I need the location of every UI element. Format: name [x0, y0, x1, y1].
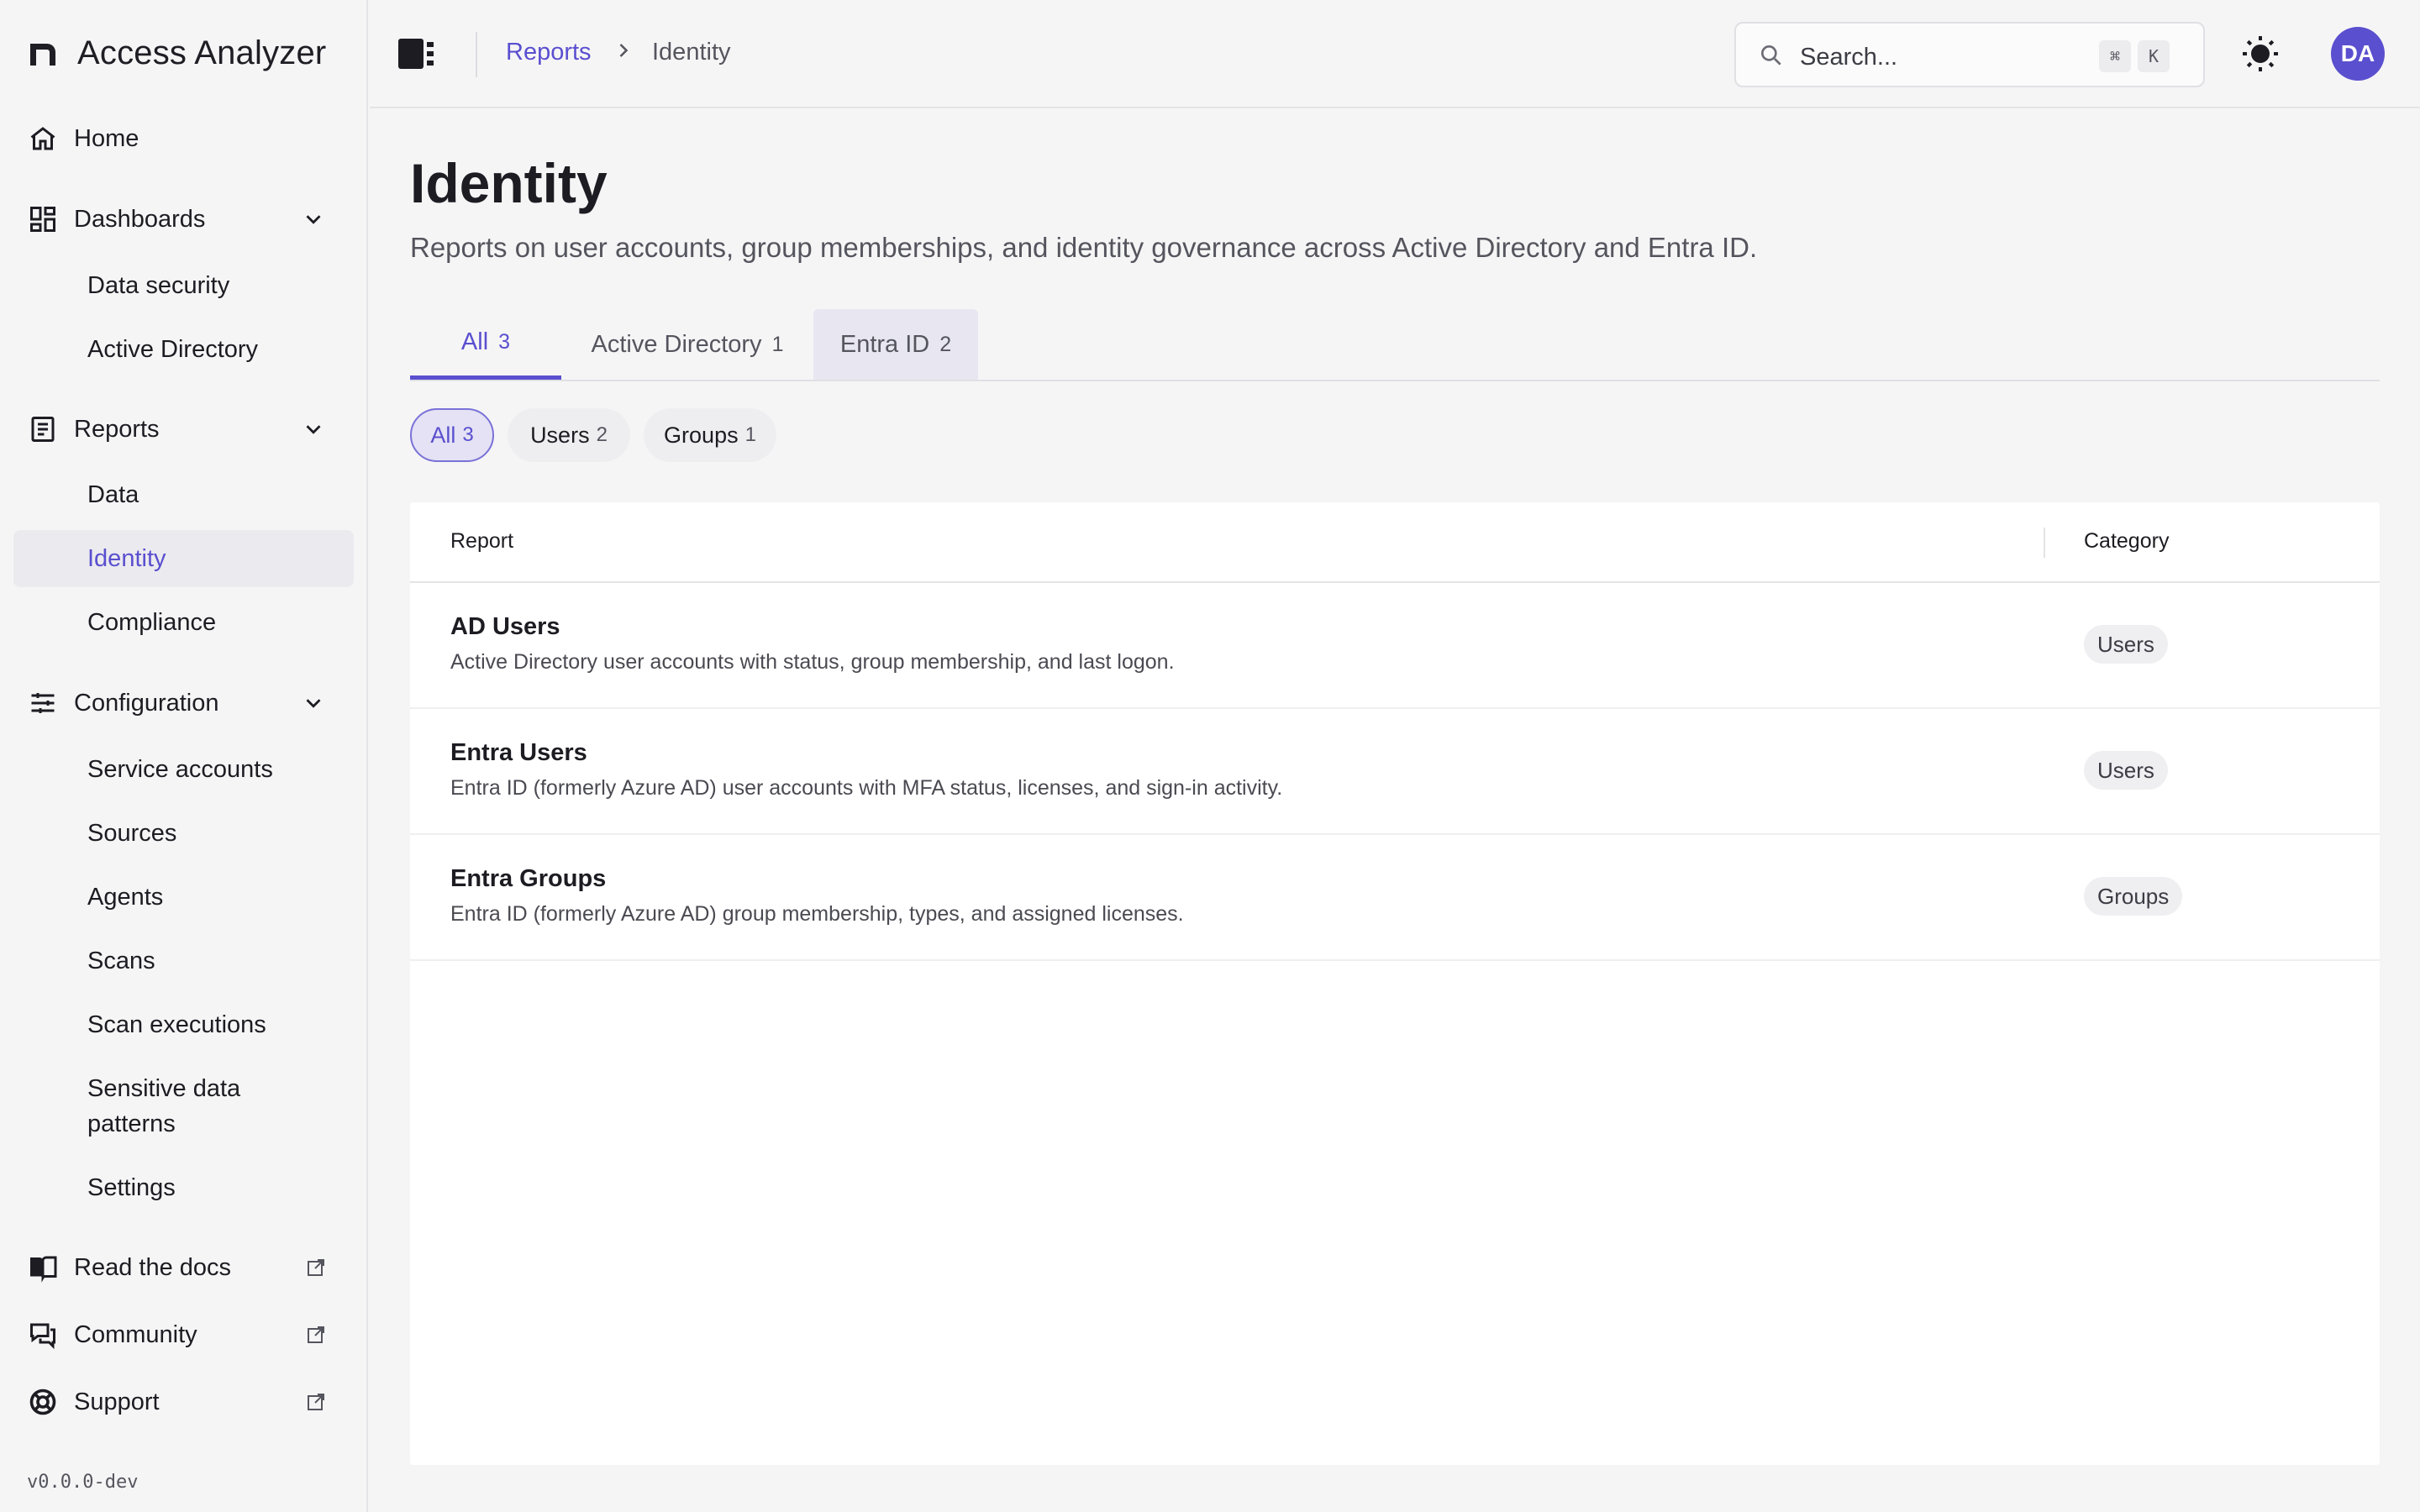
external-link-icon	[306, 1392, 326, 1412]
sidebar-item-identity[interactable]: Identity	[13, 530, 354, 587]
tab-label: Active Directory	[591, 330, 762, 358]
sidebar-item-sources[interactable]: Sources	[13, 805, 354, 862]
nav-reports[interactable]: Reports	[27, 404, 353, 454]
nav-community[interactable]: Community	[27, 1310, 353, 1360]
report-name[interactable]: Entra Users	[450, 739, 587, 767]
tab-count: 1	[771, 332, 784, 356]
app-version: v0.0.0-dev	[27, 1472, 139, 1493]
nav-support-label: Support	[74, 1388, 160, 1415]
brand[interactable]: Access Analyzer	[27, 32, 326, 74]
table-row[interactable]: Entra Groups Entra ID (formerly Azure AD…	[410, 835, 2380, 961]
sidebar: Access Analyzer Home Dashboards Data sec…	[0, 0, 368, 1512]
external-link-icon	[306, 1325, 326, 1345]
sidebar-toggle-icon[interactable]	[398, 39, 435, 69]
topbar: Reports Identity Search... ⌘ K DA	[370, 0, 2420, 108]
shortcut-key-cmd: ⌘	[2099, 40, 2131, 72]
chevron-down-icon[interactable]	[301, 207, 326, 232]
filter-label: Groups	[664, 422, 739, 448]
filter-groups[interactable]: Groups 1	[644, 408, 776, 462]
chevron-right-icon	[612, 39, 635, 62]
chat-icon	[27, 1319, 59, 1351]
tab-all[interactable]: All 3	[410, 309, 561, 380]
nav-dashboards-label: Dashboards	[74, 205, 206, 233]
table-header: Report Category	[410, 502, 2380, 583]
app-title: Access Analyzer	[77, 34, 327, 71]
search-icon	[1758, 42, 1785, 69]
nav-community-label: Community	[74, 1320, 197, 1348]
chevron-down-icon[interactable]	[301, 417, 326, 442]
avatar[interactable]: DA	[2331, 27, 2385, 81]
nav-reports-label: Reports	[74, 415, 160, 443]
category-badge: Users	[2084, 751, 2168, 790]
sidebar-item-scan-executions[interactable]: Scan executions	[13, 996, 354, 1053]
sun-icon[interactable]	[2240, 34, 2281, 74]
tab-active-directory[interactable]: Active Directory 1	[561, 309, 813, 380]
filter-users[interactable]: Users 2	[508, 408, 630, 462]
filter-count: 1	[744, 423, 756, 446]
filter-label: Users	[530, 422, 590, 448]
sidebar-item-compliance[interactable]: Compliance	[13, 594, 354, 651]
report-description: Entra ID (formerly Azure AD) user accoun…	[450, 776, 1283, 800]
search-input[interactable]: Search... ⌘ K	[1734, 22, 2205, 87]
filter-count: 2	[596, 423, 608, 446]
reports-table: Report Category AD Users Active Director…	[410, 502, 2380, 1465]
tab-entra-id[interactable]: Entra ID 2	[813, 309, 978, 380]
column-divider[interactable]	[2044, 528, 2045, 558]
divider	[476, 32, 477, 77]
nav-support[interactable]: Support	[27, 1377, 353, 1427]
sidebar-item-service-accounts[interactable]: Service accounts	[13, 741, 354, 798]
breadcrumb-current: Identity	[652, 39, 731, 66]
book-icon	[27, 1252, 59, 1284]
nav-home[interactable]: Home	[27, 113, 353, 164]
category-badge: Groups	[2084, 877, 2183, 916]
dashboard-icon	[27, 203, 59, 235]
sidebar-item-agents[interactable]: Agents	[13, 869, 354, 926]
chevron-down-icon[interactable]	[301, 690, 326, 716]
tab-label: All	[460, 328, 489, 355]
sidebar-item-sensitive-data-patterns[interactable]: Sensitive data patterns	[13, 1068, 333, 1144]
filter-label: All	[430, 422, 456, 448]
category-badge: Users	[2084, 625, 2168, 664]
nav-read-the-docs-label: Read the docs	[74, 1253, 232, 1281]
home-icon	[27, 123, 59, 155]
tab-count: 3	[498, 330, 511, 354]
table-row[interactable]: Entra Users Entra ID (formerly Azure AD)…	[410, 709, 2380, 835]
tab-label: Entra ID	[839, 330, 930, 358]
nav-dashboards[interactable]: Dashboards	[27, 194, 353, 244]
column-header-category[interactable]: Category	[2084, 529, 2169, 554]
sliders-icon	[27, 687, 59, 719]
sidebar-item-settings[interactable]: Settings	[13, 1159, 354, 1216]
nav-read-the-docs[interactable]: Read the docs	[27, 1242, 353, 1293]
search-placeholder: Search...	[1800, 44, 1898, 71]
sidebar-item-scans[interactable]: Scans	[13, 932, 354, 990]
sidebar-item-active-directory[interactable]: Active Directory	[13, 321, 354, 378]
report-description: Entra ID (formerly Azure AD) group membe…	[450, 902, 1184, 926]
filter-all[interactable]: All 3	[410, 408, 494, 462]
sidebar-item-data[interactable]: Data	[13, 466, 354, 523]
table-row[interactable]: AD Users Active Directory user accounts …	[410, 583, 2380, 709]
page-title: Identity	[410, 152, 608, 214]
app-logo-icon	[27, 37, 59, 69]
column-header-report[interactable]: Report	[450, 529, 513, 554]
source-tabs: All 3 Active Directory 1 Entra ID 2	[410, 309, 2380, 381]
page-subtitle: Reports on user accounts, group membersh…	[410, 232, 1758, 263]
filter-count: 3	[462, 423, 474, 446]
reports-icon	[27, 413, 59, 445]
sidebar-item-data-security[interactable]: Data security	[13, 257, 354, 314]
tab-count: 2	[939, 332, 952, 356]
nav-home-label: Home	[74, 124, 139, 152]
report-name[interactable]: AD Users	[450, 613, 560, 641]
nav-configuration[interactable]: Configuration	[27, 678, 353, 728]
report-name[interactable]: Entra Groups	[450, 865, 606, 893]
nav-configuration-label: Configuration	[74, 689, 219, 717]
lifebuoy-icon	[27, 1386, 59, 1418]
shortcut-key-k: K	[2138, 40, 2170, 72]
breadcrumb-reports[interactable]: Reports	[506, 39, 592, 66]
external-link-icon	[306, 1257, 326, 1278]
report-description: Active Directory user accounts with stat…	[450, 650, 1175, 674]
